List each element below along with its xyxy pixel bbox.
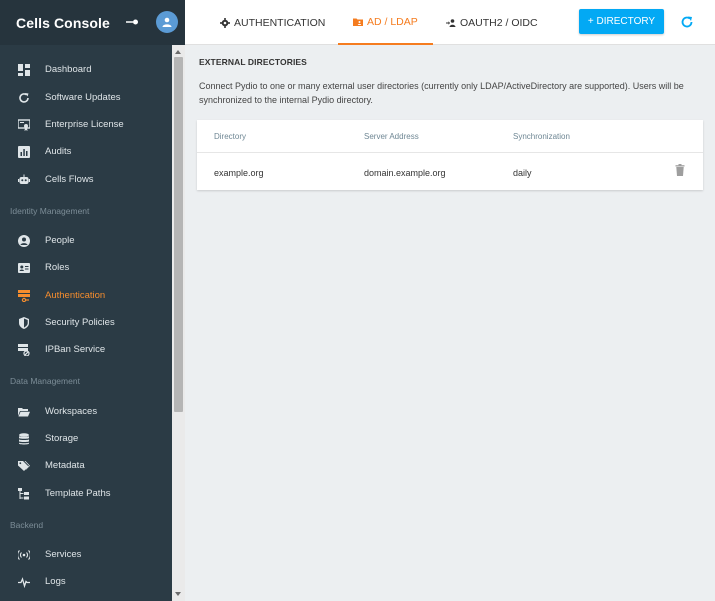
sidebar-nav: Dashboard Software Updates Enterprise Li…: [0, 45, 172, 601]
column-header-server-address[interactable]: Server Address: [364, 132, 419, 141]
pulse-icon: [18, 577, 30, 588]
sidebar-item-template-paths[interactable]: Template Paths: [0, 482, 172, 506]
tags-icon: [18, 461, 30, 471]
sidebar-item-label: Workspaces: [45, 406, 98, 417]
sidebar-item-label: People: [45, 235, 75, 246]
sidebar-item-cells-flows[interactable]: Cells Flows: [0, 168, 172, 192]
account-icon: [162, 17, 172, 27]
person-icon: [18, 235, 30, 247]
sidebar-item-storage[interactable]: Storage: [0, 427, 172, 451]
sidebar-item-services[interactable]: Services: [0, 543, 172, 567]
sidebar-item-metadata[interactable]: Metadata: [0, 454, 172, 478]
tab-authentication[interactable]: AUTHENTICATION: [220, 0, 325, 45]
id-card-icon: [18, 263, 30, 273]
section-legend: Connect Pydio to one or many external us…: [199, 81, 684, 105]
sidebar-item-label: Audits: [45, 146, 72, 157]
shield-icon: [19, 317, 29, 329]
tab-oauth2-oidc[interactable]: OAUTH2 / OIDC: [446, 0, 538, 45]
scroll-up-arrow-icon[interactable]: [175, 50, 181, 54]
sidebar-item-label: Roles: [45, 262, 70, 273]
avatar[interactable]: [156, 11, 178, 33]
sidebar-item-audits[interactable]: Audits: [0, 140, 172, 164]
file-tree-icon: [18, 488, 29, 500]
sidebar-item-software-updates[interactable]: Software Updates: [0, 86, 172, 110]
toggle-icon[interactable]: [125, 15, 139, 29]
sidebar-item-label: Services: [45, 549, 82, 560]
sidebar-item-dashboard[interactable]: Dashboard: [0, 58, 172, 82]
sidebar-item-label: Template Paths: [45, 488, 111, 499]
access-point-icon: [18, 550, 30, 560]
sidebar-item-label: Security Policies: [45, 317, 115, 328]
license-icon: [18, 119, 30, 131]
sidebar-item-people[interactable]: People: [0, 229, 172, 253]
app-title: Cells Console: [16, 14, 110, 31]
account-arrow-icon: [446, 18, 456, 27]
section-title-backend: Backend: [10, 520, 44, 530]
top-bar: AUTHENTICATION AD / LDAP OAUTH2 / OIDC +…: [185, 0, 715, 45]
sidebar-item-label: Storage: [45, 433, 79, 444]
sidebar-item-label: Software Updates: [45, 92, 121, 103]
folder-open-icon: [18, 408, 30, 417]
sidebar-item-label: Dashboard: [45, 64, 92, 75]
tab-label: AD / LDAP: [367, 15, 418, 28]
robot-icon: [18, 174, 30, 184]
tab-ad-ldap[interactable]: AD / LDAP: [338, 0, 433, 45]
sidebar-item-label: Authentication: [45, 290, 106, 301]
sidebar-item-logs[interactable]: Logs: [0, 570, 172, 594]
database-icon: [19, 433, 29, 445]
folder-account-icon: [353, 18, 363, 26]
cell-synchronization: daily: [513, 168, 532, 178]
directories-table: Directory Server Address Synchronization…: [197, 120, 703, 190]
chart-icon: [18, 146, 30, 158]
add-directory-button[interactable]: + DIRECTORY: [579, 9, 664, 34]
sidebar-scrollbar[interactable]: [172, 45, 185, 601]
sidebar-item-security-policies[interactable]: Security Policies: [0, 311, 172, 335]
table-header: Directory Server Address Synchronization: [197, 120, 703, 153]
cell-directory: example.org: [214, 168, 264, 178]
main-content: EXTERNAL DIRECTORIES Connect Pydio to on…: [185, 46, 715, 601]
sidebar-item-label: Cells Flows: [45, 174, 94, 185]
sidebar-item-label: Logs: [45, 576, 66, 587]
ip-ban-icon: [18, 344, 30, 356]
tab-label: OAUTH2 / OIDC: [460, 16, 538, 29]
sidebar-header: Cells Console: [0, 0, 185, 45]
tab-label: AUTHENTICATION: [234, 16, 326, 29]
cell-server-address: domain.example.org: [364, 168, 446, 178]
sidebar-item-authentication[interactable]: Authentication: [0, 284, 172, 308]
sidebar-item-label: IPBan Service: [45, 344, 106, 355]
section-title-identity: Identity Management: [10, 206, 90, 216]
delete-icon[interactable]: [675, 164, 685, 176]
sidebar-item-roles[interactable]: Roles: [0, 256, 172, 280]
update-icon: [19, 93, 29, 103]
section-heading: EXTERNAL DIRECTORIES: [199, 57, 307, 67]
sidebar-item-ipban-service[interactable]: IPBan Service: [0, 338, 172, 362]
refresh-icon[interactable]: [679, 14, 695, 30]
sidebar-item-enterprise-license[interactable]: Enterprise License: [0, 113, 172, 137]
sidebar-item-label: Enterprise License: [45, 119, 124, 130]
gear-icon: [220, 17, 230, 28]
column-header-synchronization[interactable]: Synchronization: [513, 132, 570, 141]
section-title-data: Data Management: [10, 376, 80, 386]
sidebar-item-label: Metadata: [45, 460, 85, 471]
scroll-thumb[interactable]: [174, 57, 183, 412]
sidebar-item-workspaces[interactable]: Workspaces: [0, 400, 172, 424]
sidebar: Cells Console Dashboard Software Updates…: [0, 0, 185, 601]
table-row[interactable]: example.org domain.example.org daily: [197, 154, 703, 190]
column-header-directory[interactable]: Directory: [214, 132, 246, 141]
server-key-icon: [18, 290, 30, 302]
dashboard-icon: [18, 64, 30, 76]
scroll-down-arrow-icon[interactable]: [175, 592, 181, 596]
